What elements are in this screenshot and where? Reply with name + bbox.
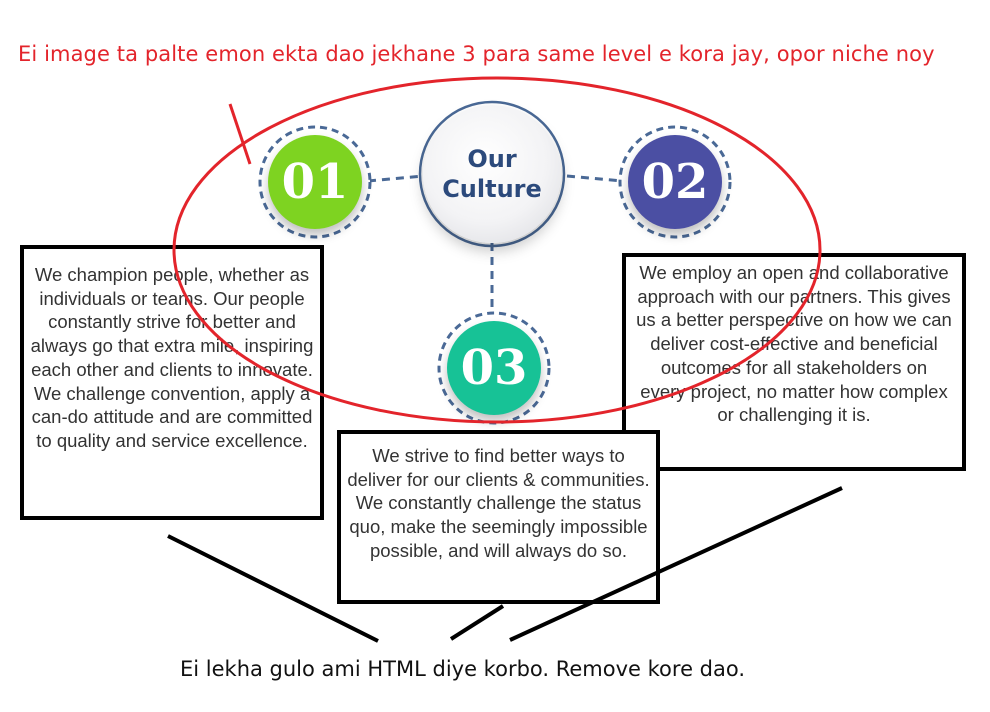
bottom-annotation-text: Ei lekha gulo ami HTML diye korbo. Remov… [180, 657, 746, 681]
annotation-overlay [167, 76, 843, 643]
pointer-line-middle [449, 604, 505, 641]
red-ellipse-annotation [172, 76, 822, 424]
red-tick-mark [228, 103, 252, 165]
pointer-line-left [167, 534, 379, 643]
pointer-line-right [509, 486, 843, 642]
